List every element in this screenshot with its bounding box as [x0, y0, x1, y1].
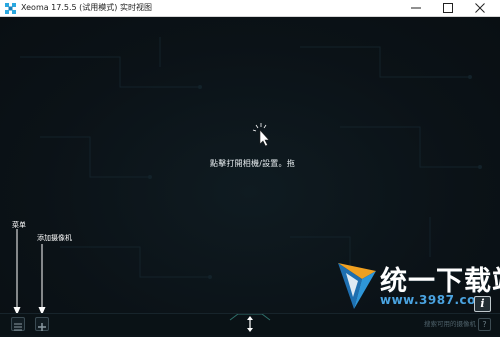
- camera-search-input[interactable]: 搜索可用的摄像机: [420, 318, 476, 331]
- camera-view-area[interactable]: 點擊打開相機/設置。拖 菜单 添加摄像机 统一下载站 www.3987.com …: [0, 17, 500, 335]
- info-button[interactable]: i: [474, 296, 491, 312]
- minimize-button[interactable]: [402, 0, 430, 16]
- help-button[interactable]: ?: [478, 318, 491, 331]
- plus-icon: [38, 323, 46, 331]
- close-icon: [475, 3, 485, 13]
- window-title: Xeoma 17.5.5 (试用模式) 实时视图: [21, 3, 152, 12]
- watermark-url: www.3987.com: [380, 293, 489, 307]
- minimize-icon: [411, 7, 421, 9]
- watermark-logo-icon: [338, 263, 376, 309]
- menu-annotation-arrow: [13, 229, 21, 315]
- open-camera-hint: 點擊打開相機/設置。拖: [210, 159, 295, 168]
- list-menu-icon: [14, 323, 22, 331]
- xeoma-app-icon: [5, 3, 16, 14]
- title-bar: Xeoma 17.5.5 (试用模式) 实时视图: [0, 0, 500, 17]
- bottom-toolbar: 搜索可用的摄像机 ?: [0, 313, 500, 335]
- add-camera-button[interactable]: [35, 317, 49, 331]
- vertical-resize-icon[interactable]: [228, 314, 272, 334]
- maximize-button[interactable]: [434, 0, 462, 16]
- add-camera-annotation-arrow: [38, 244, 46, 315]
- close-button[interactable]: [466, 0, 494, 16]
- maximize-icon: [443, 3, 453, 13]
- click-cursor-icon: [252, 123, 270, 147]
- menu-button[interactable]: [11, 317, 25, 331]
- add-camera-annotation-label: 添加摄像机: [37, 234, 72, 242]
